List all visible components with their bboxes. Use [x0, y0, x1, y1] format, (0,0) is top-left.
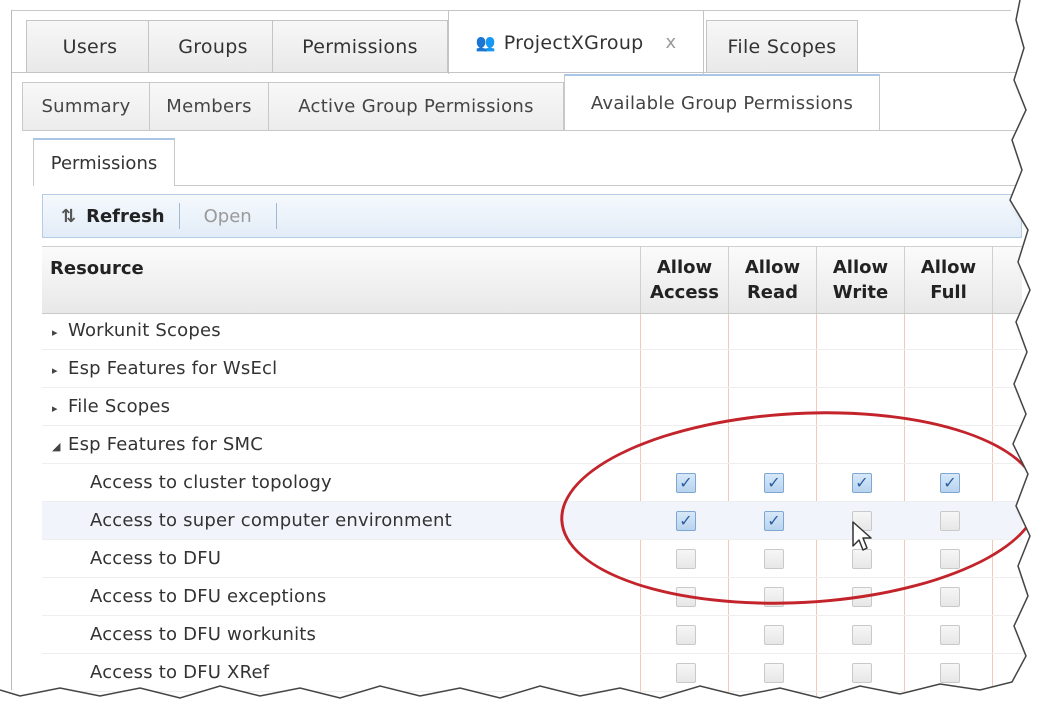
torn-edge-effect [0, 0, 1047, 723]
permissions-window: Users Groups Permissions 👥 ProjectXGroup… [0, 0, 1047, 723]
